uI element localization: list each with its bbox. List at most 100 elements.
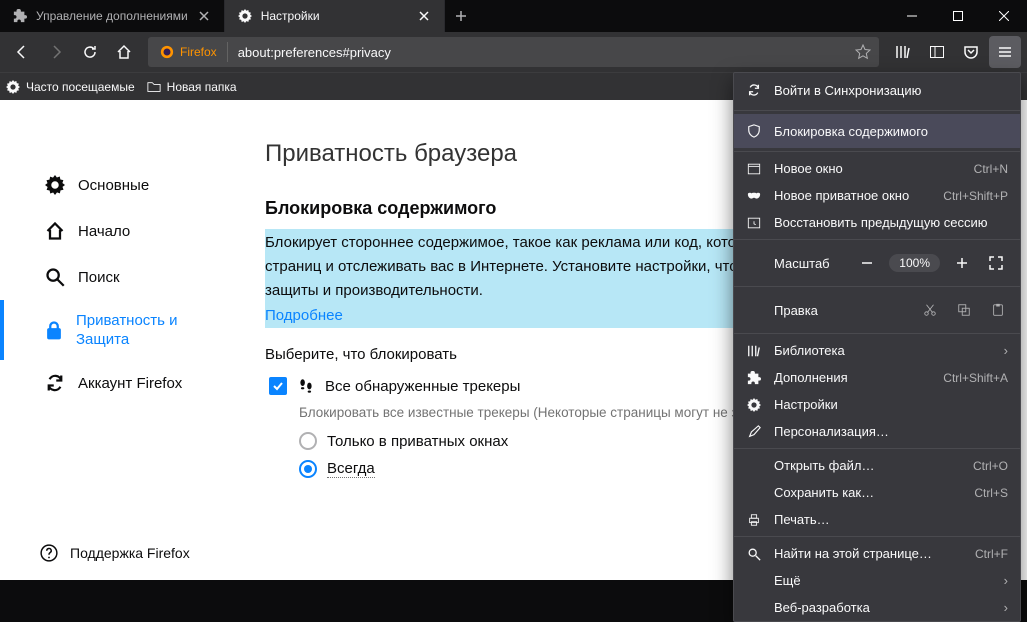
library-icon <box>746 343 762 359</box>
hamburger-menu: Войти в Синхронизацию Блокировка содержи… <box>733 72 1021 622</box>
copy-icon[interactable] <box>954 303 974 317</box>
home-button[interactable] <box>108 36 140 68</box>
mask-icon <box>746 188 762 204</box>
menu-open-file[interactable]: Открыть файл… Ctrl+O <box>734 452 1020 479</box>
menu-label: Ещё <box>774 573 992 588</box>
radio-checked-icon[interactable] <box>299 460 317 478</box>
gear-icon <box>237 8 253 24</box>
titlebar: Управление дополнениями Настройки <box>0 0 1027 32</box>
chevron-right-icon: › <box>1004 600 1008 615</box>
chevron-right-icon: › <box>1004 343 1008 358</box>
identity-label: Firefox <box>180 45 217 59</box>
zoom-in-button[interactable] <box>950 251 974 275</box>
pocket-button[interactable] <box>955 36 987 68</box>
gear-icon <box>746 397 762 413</box>
cat-label: Поиск <box>78 269 120 286</box>
new-tab-button[interactable] <box>445 0 477 32</box>
url-text[interactable]: about:preferences#privacy <box>228 45 849 60</box>
zoom-value[interactable]: 100% <box>889 254 940 272</box>
menu-find[interactable]: Найти на этой странице… Ctrl+F <box>734 540 1020 567</box>
cut-icon[interactable] <box>920 303 940 317</box>
sync-icon <box>746 82 762 98</box>
search-icon <box>746 546 762 562</box>
menu-web-dev[interactable]: Веб-разработка › <box>734 594 1020 621</box>
maximize-button[interactable] <box>935 0 981 32</box>
menu-label: Новое приватное окно <box>774 188 931 203</box>
menu-label: Персонализация… <box>774 424 1008 439</box>
tab-addons[interactable]: Управление дополнениями <box>0 0 225 32</box>
paintbrush-icon <box>746 424 762 440</box>
folder-icon <box>147 80 161 94</box>
menu-restore-session[interactable]: Восстановить предыдущую сессию <box>734 209 1020 236</box>
tab-preferences[interactable]: Настройки <box>225 0 445 32</box>
puzzle-icon <box>12 8 28 24</box>
restore-icon <box>746 215 762 231</box>
menu-label: Печать… <box>774 512 1008 527</box>
minimize-button[interactable] <box>889 0 935 32</box>
forward-button[interactable] <box>40 36 72 68</box>
category-search[interactable]: Поиск <box>0 254 235 300</box>
menu-shortcut: Ctrl+Shift+A <box>943 371 1008 385</box>
opt-label: Все обнаруженные трекеры <box>325 378 520 395</box>
menu-save-as[interactable]: Сохранить как… Ctrl+S <box>734 479 1020 506</box>
gear-icon <box>6 80 20 94</box>
radio-label: Только в приватных окнах <box>327 433 508 450</box>
hamburger-menu-button[interactable] <box>989 36 1021 68</box>
menu-content-blocking[interactable]: Блокировка содержимого <box>734 114 1020 148</box>
zoom-label: Масштаб <box>746 256 845 271</box>
most-visited[interactable]: Часто посещаемые <box>6 80 135 94</box>
reload-button[interactable] <box>74 36 106 68</box>
menu-library[interactable]: Библиотека › <box>734 337 1020 364</box>
footprints-icon <box>297 377 315 395</box>
close-icon[interactable] <box>416 8 432 24</box>
cat-label: Приватность и Защита <box>76 311 215 350</box>
printer-icon <box>746 512 762 528</box>
category-general[interactable]: Основные <box>0 162 235 208</box>
category-sync[interactable]: Аккаунт Firefox <box>0 360 235 406</box>
sidebar-button[interactable] <box>921 36 953 68</box>
paste-icon[interactable] <box>988 303 1008 317</box>
menu-shortcut: Ctrl+S <box>974 486 1008 500</box>
bookmark-folder[interactable]: Новая папка <box>147 80 237 94</box>
bm-label: Часто посещаемые <box>26 80 135 94</box>
cat-label: Основные <box>78 177 149 194</box>
menu-more[interactable]: Ещё › <box>734 567 1020 594</box>
bookmark-star-icon[interactable] <box>849 44 877 60</box>
learn-more-link[interactable]: Подробнее <box>265 307 343 324</box>
back-button[interactable] <box>6 36 38 68</box>
category-home[interactable]: Начало <box>0 208 235 254</box>
menu-customize[interactable]: Персонализация… <box>734 418 1020 445</box>
menu-settings[interactable]: Настройки <box>734 391 1020 418</box>
menu-print[interactable]: Печать… <box>734 506 1020 533</box>
urlbar[interactable]: Firefox about:preferences#privacy <box>148 37 879 67</box>
menu-label: Настройки <box>774 397 1008 412</box>
close-button[interactable] <box>981 0 1027 32</box>
library-button[interactable] <box>887 36 919 68</box>
menu-shortcut: Ctrl+N <box>974 162 1008 176</box>
menu-new-window[interactable]: Новое окно Ctrl+N <box>734 155 1020 182</box>
cat-label: Аккаунт Firefox <box>78 375 182 392</box>
menu-label: Сохранить как… <box>774 485 962 500</box>
support-link[interactable]: Поддержка Firefox <box>40 544 190 562</box>
menu-sync[interactable]: Войти в Синхронизацию <box>734 73 1020 107</box>
menu-label: Найти на этой странице… <box>774 546 963 561</box>
radio-unchecked-icon[interactable] <box>299 432 317 450</box>
menu-label: Войти в Синхронизацию <box>774 83 1008 98</box>
fullscreen-button[interactable] <box>984 251 1008 275</box>
checkbox-checked-icon[interactable] <box>269 377 287 395</box>
menu-shortcut: Ctrl+Shift+P <box>943 189 1008 203</box>
chevron-right-icon: › <box>1004 573 1008 588</box>
firefox-icon <box>160 45 174 59</box>
close-icon[interactable] <box>196 8 212 24</box>
menu-shortcut: Ctrl+F <box>975 547 1008 561</box>
category-privacy[interactable]: Приватность и Защита <box>0 300 235 360</box>
menu-addons[interactable]: Дополнения Ctrl+Shift+A <box>734 364 1020 391</box>
radio-label: Всегда <box>327 460 375 478</box>
url-identity[interactable]: Firefox <box>150 45 227 59</box>
menu-zoom: Масштаб 100% <box>734 243 1020 283</box>
zoom-out-button[interactable] <box>855 251 879 275</box>
window-controls <box>889 0 1027 32</box>
menu-new-private-window[interactable]: Новое приватное окно Ctrl+Shift+P <box>734 182 1020 209</box>
cat-label: Начало <box>78 223 130 240</box>
menu-label: Веб-разработка <box>774 600 992 615</box>
